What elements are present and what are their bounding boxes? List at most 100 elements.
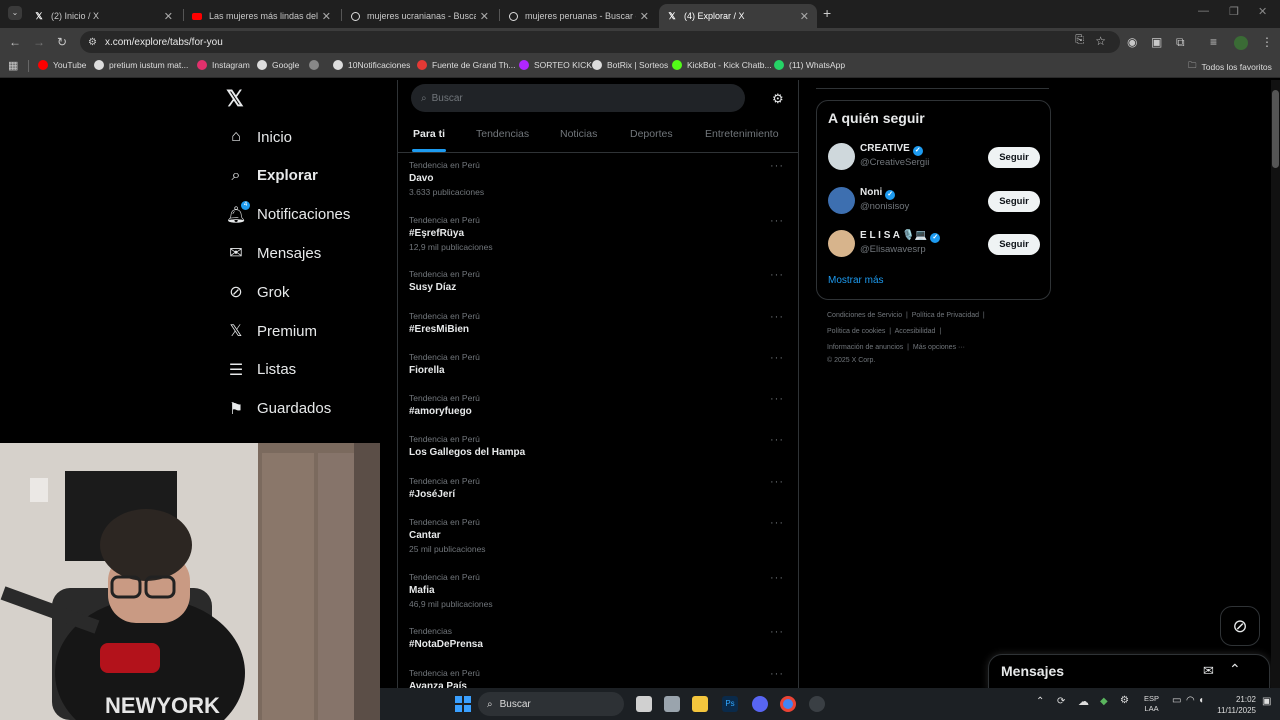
tab-search-icon[interactable]: ⌄ [8,6,22,20]
nav-item-explorar[interactable]: ⌕ Explorar [227,167,318,185]
apps-grid-icon[interactable]: ▦ [8,59,18,72]
extension-icon-2[interactable]: ▣ [1151,33,1162,51]
more-options-icon[interactable]: ··· [770,476,784,488]
reading-list-icon[interactable]: ≡ [1210,33,1217,51]
user-display-name[interactable]: E L I S A 🎙️💻 ✓ [860,230,941,243]
follow-suggestion[interactable]: E L I S A 🎙️💻 ✓ @Elisawavesrp Seguir [828,230,1040,258]
settings-gear-icon[interactable]: ⚙ [772,91,784,107]
bookmark-item[interactable]: pretium iustum mat... [94,60,188,70]
tray-chevron-icon[interactable]: ⌃ [1036,696,1044,707]
more-options-link[interactable]: Más opciones ··· [913,344,965,351]
x-logo-icon[interactable]: 𝕏 [226,86,244,112]
new-tab-icon[interactable]: + [823,5,831,21]
avatar[interactable] [828,186,855,214]
avatar[interactable] [828,230,855,257]
bookmark-item[interactable]: Fuente de Grand Th... [417,60,515,70]
more-options-icon[interactable]: ··· [770,668,784,680]
bookmark-item[interactable]: Instagram [197,60,250,70]
close-tab-icon[interactable]: ✕ [164,10,173,23]
install-app-icon[interactable]: ⎘ [1075,34,1084,47]
follow-suggestion[interactable]: Noni ✓ @nonisisoy Seguir [828,186,1040,215]
more-options-icon[interactable]: ··· [770,215,784,227]
app-icon-2[interactable] [809,696,825,712]
nav-item-listas[interactable]: ☰ Listas [227,361,296,379]
tab-para-ti[interactable]: Para ti [413,128,445,140]
bookmark-item[interactable] [309,60,324,70]
tab-5-active[interactable]: 𝕏 (4) Explorar / X ✕ [659,4,817,28]
back-icon[interactable]: ← [9,33,21,51]
url-text[interactable]: x.com/explore/tabs/for-you [105,37,223,48]
grok-fab-button[interactable]: ⊘ [1220,606,1260,646]
bookmark-item[interactable]: 10Notificaciones [333,60,410,70]
nav-item-guardados[interactable]: ⚑ Guardados [227,400,331,418]
photoshop-icon[interactable]: Ps [722,696,738,712]
trend-item[interactable]: Tendencia en Perú Cantar 25 mil publicacio… [409,517,794,554]
app-icon[interactable] [664,696,680,712]
trend-item[interactable]: Tendencia en Perú Fiorella ··· [409,352,794,376]
all-bookmarks-folder[interactable]: 🗀 Todos los favoritos [1188,60,1272,74]
more-options-icon[interactable]: ··· [770,352,784,364]
follow-suggestion[interactable]: CREATIVE ✓ @CreativeSergii Seguir [828,143,1040,171]
discord-icon[interactable] [752,696,768,712]
bookmark-item[interactable]: KickBot - Kick Chatb... [672,60,772,70]
trend-item[interactable]: Tendencia en Perú Los Gallegos del Hampa ·… [409,434,794,458]
tab-entretenimiento[interactable]: Entretenimiento [705,128,779,140]
follow-button[interactable]: Seguir [988,234,1040,255]
language-indicator[interactable]: ESP LAA [1144,694,1159,714]
trend-item[interactable]: Tendencia en Perú #EresMiBien ··· [409,311,794,335]
nav-item-mensajes[interactable]: ✉ Mensajes [227,244,321,263]
bookmark-item[interactable]: YouTube [38,60,86,70]
terms-link[interactable]: Condiciones de Servicio [827,312,902,319]
extensions-puzzle-icon[interactable]: ⧉ [1176,33,1185,51]
minimize-icon[interactable]: — [1198,5,1209,17]
tray-icon-2[interactable]: ⚙ [1120,695,1129,706]
wifi-icon[interactable]: ◠ [1186,695,1195,706]
more-options-icon[interactable]: ··· [770,311,784,323]
bookmark-item[interactable]: (11) WhatsApp [774,60,845,70]
bookmark-item[interactable]: Google [257,60,299,70]
more-options-icon[interactable]: ··· [770,269,784,281]
tab-noticias[interactable]: Noticias [560,128,597,140]
volume-icon[interactable]: ◖ [1198,695,1204,706]
clock[interactable]: 21:02 11/11/2025 [1208,694,1256,716]
tab-2[interactable]: Las mujeres más lindas del plan ✕ [184,4,339,28]
trend-item[interactable]: Tendencia en Perú Mafia 46,9 mil publicaci… [409,572,794,609]
reload-icon[interactable]: ↻ [57,33,67,51]
trend-item[interactable]: Tendencia en Perú #JoséJerí ··· [409,476,794,500]
site-info-icon[interactable]: ⚙ [88,37,97,48]
extension-icon[interactable]: ◉ [1127,33,1137,51]
tab-tendencias[interactable]: Tendencias [476,128,529,140]
close-tab-icon[interactable]: ✕ [800,10,809,23]
more-options-icon[interactable]: ··· [770,160,784,172]
trend-item[interactable]: Tendencia en Perú Davo 3.633 publicaciones… [409,160,794,197]
onedrive-icon[interactable]: ☁ [1078,695,1089,708]
close-tab-icon[interactable]: ✕ [322,10,331,23]
address-bar[interactable]: ⚙ x.com/explore/tabs/for-you ⎘ ☆ [80,31,1120,53]
more-options-icon[interactable]: ··· [770,517,784,529]
nav-item-inicio[interactable]: ⌂ Inicio [227,128,292,146]
page-scrollbar[interactable] [1271,80,1280,688]
close-tab-icon[interactable]: ✕ [640,10,649,23]
messages-drawer[interactable]: Mensajes ✉ ⌃ [988,654,1270,690]
more-options-icon[interactable]: ··· [770,572,784,584]
search-input[interactable]: ⌕ Buscar [411,84,745,112]
nav-item-premium[interactable]: 𝕏 Premium [227,322,317,341]
tab-4[interactable]: mujeres peruanas - Buscar con ✕ [500,4,657,28]
menu-icon[interactable]: ⋮ [1261,33,1273,51]
defender-icon[interactable]: ◆ [1100,696,1108,707]
trend-item[interactable]: Tendencias #NotaDePrensa ··· [409,626,794,650]
show-more-link[interactable]: Mostrar más [828,275,884,286]
taskbar-search[interactable]: ⌕ Buscar [478,692,624,716]
trend-item[interactable]: Tendencia en Perú #EşrefRüya 12,9 mil publ… [409,215,794,252]
network-icon[interactable]: ▭ [1172,695,1181,706]
tab-3[interactable]: mujeres ucranianas - Buscar co ✕ [342,4,497,28]
tab-1[interactable]: 𝕏 (2) Inicio / X ✕ [26,4,181,28]
privacy-link[interactable]: Política de Privacidad [912,312,979,319]
nav-item-notificaciones[interactable]: 🔔︎ 4 Notificaciones [226,200,350,224]
more-options-icon[interactable]: ··· [770,393,784,405]
tab-deportes[interactable]: Deportes [630,128,673,140]
trend-item[interactable]: Tendencia en Perú #amoryfuego ··· [409,393,794,417]
avatar[interactable] [828,143,855,170]
forward-icon[interactable]: → [33,33,45,51]
windows-start-icon[interactable] [455,696,471,712]
